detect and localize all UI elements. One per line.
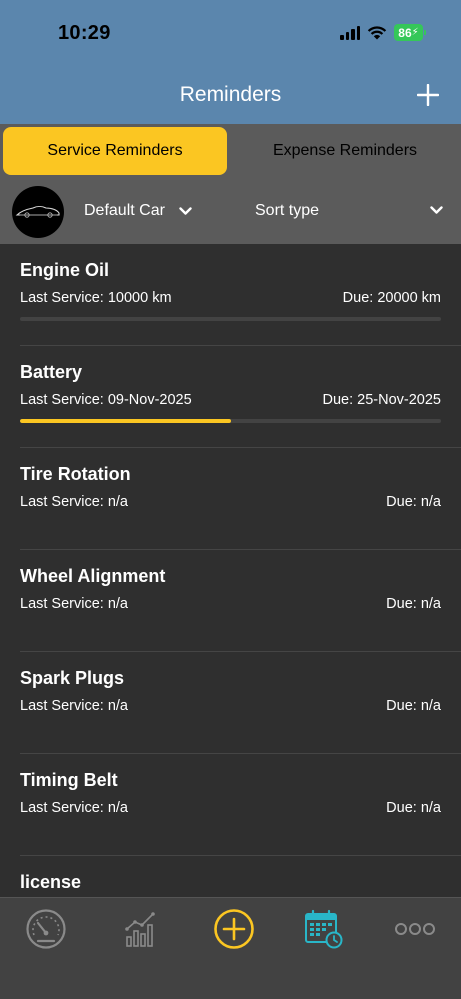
speedometer-icon [26,909,66,949]
reminder-title: Engine Oil [20,260,110,280]
car-icon [15,205,60,218]
cellular-signal-icon [340,25,360,40]
tab-dashboard[interactable] [24,907,68,951]
more-icon [395,923,435,935]
bar-chart-icon [125,912,155,947]
add-circle-icon [214,909,254,949]
reminder-item-engine-oil[interactable]: Engine Oil Last Service: 10000 km Due: 2… [0,244,461,346]
car-avatar[interactable] [12,186,64,238]
reminder-due: Due: n/a [386,800,441,816]
reminder-last-service: Last Service: 09-Nov-2025 [20,392,192,408]
wifi-icon [367,26,387,40]
sort-selector-label: Sort type [255,202,320,219]
reminder-due: Due: n/a [386,698,441,714]
reminder-item-license[interactable]: license [0,856,461,897]
reminder-item-battery[interactable]: Battery Last Service: 09-Nov-2025 Due: 2… [0,346,461,448]
reminder-list: Engine Oil Last Service: 10000 km Due: 2… [0,244,461,897]
plus-icon[interactable] [417,84,439,106]
sort-chevron-down-icon[interactable] [430,206,443,215]
calendar-icon [305,909,343,949]
car-selector[interactable]: Default Car [84,202,192,220]
reminder-progress-fill [20,419,231,423]
battery-level: 86 [398,25,412,40]
reminder-title: license [20,872,82,892]
reminder-item-spark-plugs[interactable]: Spark Plugs Last Service: n/a Due: n/a [0,652,461,754]
reminder-progress-bar [20,419,441,423]
reminder-title: Battery [20,362,83,382]
filter-bar: Default Car Sort type [0,178,461,244]
sort-selector[interactable]: Sort type [255,202,445,220]
car-selector-label: Default Car [84,202,165,219]
reminder-last-service: Last Service: n/a [20,596,128,612]
reminder-title: Tire Rotation [20,464,131,484]
reminder-type-tabs: Service Reminders Expense Reminders [0,124,461,178]
reminder-due: Due: n/a [386,494,441,510]
reminder-due: Due: 25-Nov-2025 [322,392,442,408]
reminder-title: Timing Belt [20,770,118,790]
reminder-title: Wheel Alignment [20,566,166,586]
page-title: Reminders [179,83,282,106]
tab-add-entry[interactable] [212,907,256,951]
status-time: 10:29 [58,22,111,44]
reminder-last-service: Last Service: n/a [20,698,128,714]
reminder-progress-bar [20,317,441,321]
battery-icon: 86 ⚡ [394,24,426,41]
tab-service-reminders[interactable]: Service Reminders [3,127,227,175]
status-icons: 86 ⚡ [340,24,426,41]
reminder-last-service: Last Service: n/a [20,494,128,510]
reminder-due: Due: 20000 km [342,290,441,306]
reminder-item-tire-rotation[interactable]: Tire Rotation Last Service: n/a Due: n/a [0,448,461,550]
tab-expense-reminders[interactable]: Expense Reminders [232,127,458,175]
reminder-title: Spark Plugs [20,668,125,688]
tab-reminders[interactable] [301,907,345,951]
reminder-item-wheel-alignment[interactable]: Wheel Alignment Last Service: n/a Due: n… [0,550,461,652]
header-bar: 10:29 86 ⚡ Reminders [0,0,461,124]
tab-more[interactable] [393,907,437,951]
tab-statistics[interactable] [119,907,163,951]
reminder-item-timing-belt[interactable]: Timing Belt Last Service: n/a Due: n/a [0,754,461,856]
chevron-down-icon [179,206,192,215]
reminder-last-service: Last Service: n/a [20,800,128,816]
reminder-last-service: Last Service: 10000 km [20,290,172,306]
bottom-tab-bar [0,897,461,999]
reminder-due: Due: n/a [386,596,441,612]
